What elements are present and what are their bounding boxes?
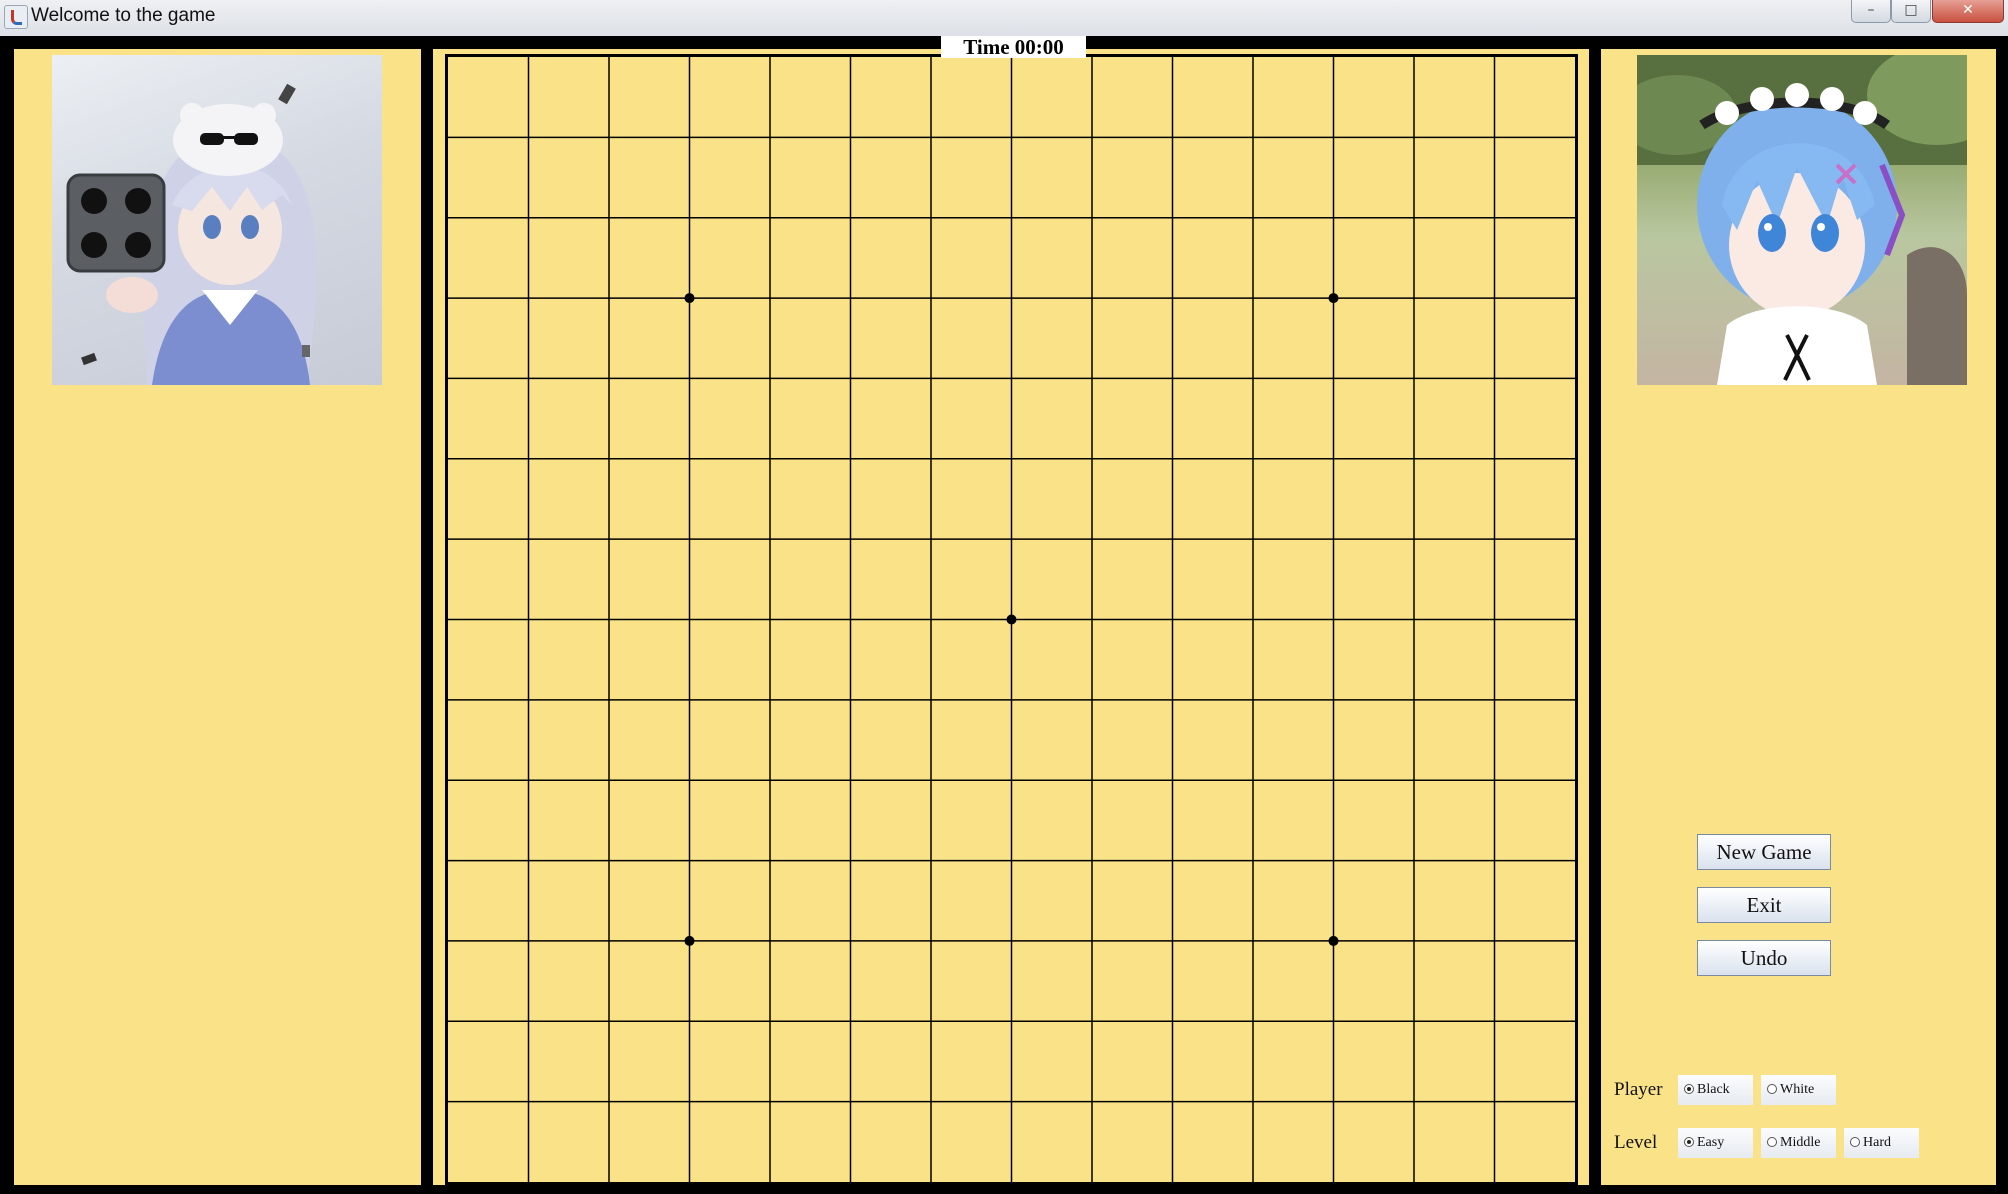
star-point xyxy=(684,293,695,304)
radio-dot-icon xyxy=(1850,1136,1860,1147)
radio-dot-icon xyxy=(1684,1136,1694,1147)
player-white-radio[interactable]: White xyxy=(1761,1075,1836,1105)
level-middle-label: Middle xyxy=(1780,1135,1821,1150)
player-black-label: Black xyxy=(1697,1082,1730,1097)
anime-maid-image xyxy=(1637,55,1967,385)
level-easy-radio[interactable]: Easy xyxy=(1678,1128,1753,1158)
star-point xyxy=(1328,293,1339,304)
right-player-panel xyxy=(1601,49,1996,1185)
player-portrait-left xyxy=(52,55,382,385)
radio-dot-icon xyxy=(1684,1083,1694,1094)
minimize-button[interactable]: – xyxy=(1851,0,1891,23)
player-black-radio[interactable]: Black xyxy=(1678,1075,1753,1105)
gomoku-board[interactable] xyxy=(445,54,1578,1185)
radio-dot-icon xyxy=(1767,1136,1777,1147)
level-middle-radio[interactable]: Middle xyxy=(1761,1128,1836,1158)
maximize-button[interactable]: □ xyxy=(1891,0,1931,23)
level-hard-label: Hard xyxy=(1863,1135,1891,1150)
timer-label: Time 00:00 xyxy=(941,36,1086,58)
new-game-button[interactable]: New Game xyxy=(1697,834,1831,870)
anime-girl-with-dice-image xyxy=(66,83,317,385)
player-portrait-right xyxy=(1637,55,1967,385)
window-title: Welcome to the game xyxy=(31,5,216,26)
left-player-panel xyxy=(14,49,421,1185)
star-point xyxy=(1328,935,1339,946)
exit-button[interactable]: Exit xyxy=(1697,887,1831,923)
player-label: Player xyxy=(1614,1079,1663,1100)
star-point xyxy=(1006,614,1017,625)
java-app-icon xyxy=(4,5,28,29)
board-grid[interactable] xyxy=(448,57,1575,1182)
level-label: Level xyxy=(1614,1132,1658,1153)
player-white-label: White xyxy=(1780,1082,1815,1097)
level-easy-label: Easy xyxy=(1697,1135,1725,1150)
level-hard-radio[interactable]: Hard xyxy=(1844,1128,1919,1158)
radio-dot-icon xyxy=(1767,1083,1777,1094)
star-point xyxy=(684,935,695,946)
window-title-bar: Welcome to the game – □ ✕ xyxy=(0,0,2008,36)
close-button[interactable]: ✕ xyxy=(1932,0,2004,23)
undo-button[interactable]: Undo xyxy=(1697,940,1831,976)
